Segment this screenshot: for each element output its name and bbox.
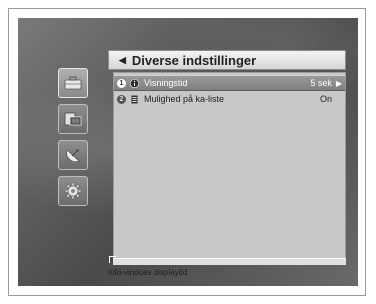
monitor-icon[interactable] [58, 104, 88, 134]
list-icon [130, 95, 139, 104]
settings-list: 1 Visningstid 5 sek ▶ 2 Mulighed på ka-l… [113, 72, 346, 260]
menu-title-bar: ◀ Diverse indstillinger [108, 50, 346, 70]
satellite-dish-icon[interactable] [58, 140, 88, 170]
page-title: Diverse indstillinger [131, 52, 257, 68]
menu-item-label: Visningstid [144, 78, 188, 88]
toolbox-icon[interactable] [58, 68, 88, 98]
item-number-badge: 2 [117, 94, 126, 104]
gear-icon[interactable] [58, 176, 88, 206]
info-icon [130, 78, 139, 88]
menu-item-label: Mulighed på ka-liste [144, 94, 225, 104]
menu-item-display-time[interactable]: 1 Visningstid 5 sek ▶ [114, 75, 345, 91]
help-text: Info-vindues displaytid [108, 268, 188, 277]
menu-item-value: 5 sek [310, 78, 332, 88]
panel-corner-marker [109, 256, 116, 263]
item-number-badge: 1 [117, 78, 126, 88]
back-arrow-icon[interactable]: ◀ [119, 55, 126, 66]
menu-item-value: On [319, 94, 332, 104]
scrollbar[interactable] [113, 258, 346, 265]
chevron-right-icon[interactable]: ▶ [336, 79, 342, 88]
menu-item-ka-list-option[interactable]: 2 Mulighed på ka-liste On [114, 92, 345, 106]
